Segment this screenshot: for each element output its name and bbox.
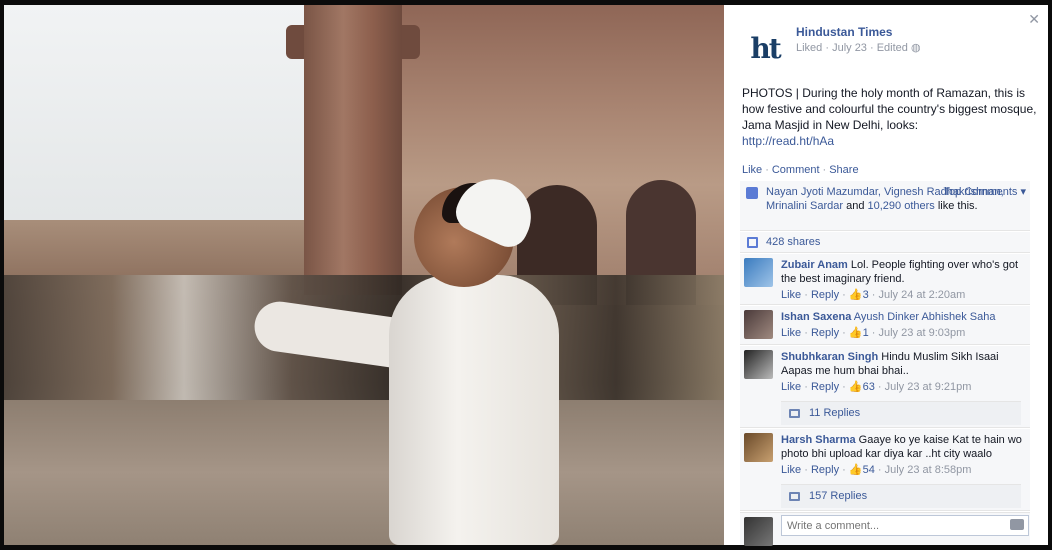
like-thumb-icon: 👍	[848, 289, 863, 301]
comment-body: Shubhkaran Singh Hindu Muslim Sikh Isaai…	[781, 350, 1025, 394]
comment: Ishan Saxena Ayush Dinker Abhishek Saha …	[740, 306, 1030, 345]
photo-viewer: ✕ ht Hindustan Times Liked · July 23 · E…	[0, 0, 1052, 550]
camera-icon[interactable]	[1010, 519, 1024, 530]
share-icon	[747, 237, 758, 248]
comment-tagged-users[interactable]: Ayush Dinker Abhishek Saha	[851, 311, 996, 323]
post-meta-text: Liked · July 23 · Edited	[796, 42, 908, 54]
post-meta: Liked · July 23 · Edited ◍	[796, 41, 921, 54]
photo-child-kurta	[389, 275, 559, 545]
photo-sky	[4, 5, 314, 220]
page-logo[interactable]: ht	[742, 25, 788, 71]
avatar	[744, 517, 773, 546]
shares-count[interactable]: 428 shares	[766, 236, 820, 248]
comment-body: Zubair Anam Lol. People fighting over wh…	[781, 258, 1025, 302]
post-photo[interactable]	[4, 5, 724, 545]
comment-footer: Like · Reply · 👍3 · July 24 at 2:20am	[781, 289, 966, 301]
separator: ·	[822, 164, 827, 176]
post-actions: Like · Comment · Share	[742, 164, 859, 176]
comment-timestamp[interactable]: July 23 at 9:03pm	[878, 327, 965, 339]
likes-and: and	[843, 200, 868, 212]
share-button[interactable]: Share	[829, 164, 858, 176]
comment-author[interactable]: Ishan Saxena	[781, 311, 851, 323]
replies-count[interactable]: 157 Replies	[809, 490, 867, 502]
comment-reply-button[interactable]: Reply	[811, 289, 839, 301]
top-comments-dropdown[interactable]: Top Comments ▾	[943, 185, 1026, 199]
comment-reply-button[interactable]: Reply	[811, 381, 839, 393]
comment-like-button[interactable]: Like	[781, 289, 801, 301]
comment-button[interactable]: Comment	[772, 164, 820, 176]
page-logo-text: ht	[750, 31, 781, 65]
comment-input[interactable]	[781, 515, 1029, 536]
post-side-panel: ✕ ht Hindustan Times Liked · July 23 · E…	[724, 5, 1048, 546]
comment-body: Harsh Sharma Gaaye ko ye kaise Kat te ha…	[781, 433, 1025, 477]
comment-like-count[interactable]: 👍63	[849, 381, 875, 393]
comment-author[interactable]: Shubhkaran Singh	[781, 351, 878, 363]
comment-reply-button[interactable]: Reply	[811, 464, 839, 476]
comment-footer: Like · Reply · 👍54 · July 23 at 8:58pm	[781, 464, 972, 476]
separator: ·	[765, 164, 769, 176]
avatar[interactable]	[744, 310, 773, 339]
write-comment-row	[740, 512, 1030, 546]
reply-icon	[789, 409, 800, 418]
like-thumb-icon: 👍	[848, 464, 863, 476]
comment-footer: Like · Reply · 👍63 · July 23 at 9:21pm	[781, 381, 972, 393]
comment-likes-number: 3	[862, 289, 869, 301]
comment-like-count[interactable]: 👍54	[849, 464, 875, 476]
likes-others-link[interactable]: 10,290 others	[868, 200, 935, 212]
avatar[interactable]	[744, 350, 773, 379]
post-message-text: PHOTOS | During the holy month of Ramaza…	[742, 86, 1037, 132]
photo-minaret	[304, 5, 402, 295]
like-button[interactable]: Like	[742, 164, 762, 176]
globe-icon: ◍	[910, 42, 921, 54]
replies-count[interactable]: 11 Replies	[809, 407, 860, 419]
comment-author[interactable]: Zubair Anam	[781, 259, 848, 271]
comment-like-button[interactable]: Like	[781, 464, 801, 476]
post-link[interactable]: http://read.ht/hAa	[742, 133, 1042, 149]
like-thumb-icon	[746, 187, 758, 199]
comment-reply-button[interactable]: Reply	[811, 327, 839, 339]
comment-timestamp[interactable]: July 23 at 9:21pm	[885, 381, 972, 393]
view-replies-link[interactable]: 11 Replies	[781, 401, 1021, 425]
comment: Harsh Sharma Gaaye ko ye kaise Kat te ha…	[740, 429, 1030, 511]
avatar[interactable]	[744, 258, 773, 287]
comment: Shubhkaran Singh Hindu Muslim Sikh Isaai…	[740, 346, 1030, 428]
comment-body: Ishan Saxena Ayush Dinker Abhishek Saha …	[781, 310, 1025, 340]
comment: Zubair Anam Lol. People fighting over wh…	[740, 254, 1030, 305]
comment-timestamp[interactable]: July 24 at 2:20am	[878, 289, 965, 301]
likes-suffix: like this.	[934, 200, 978, 212]
comment-timestamp[interactable]: July 23 at 8:58pm	[885, 464, 972, 476]
likes-summary: Top Comments ▾ Nayan Jyoti Mazumdar, Vig…	[740, 181, 1030, 231]
close-icon[interactable]: ✕	[1028, 11, 1040, 28]
photo-courtyard	[4, 400, 724, 545]
post-message: PHOTOS | During the holy month of Ramaza…	[742, 85, 1042, 149]
reply-icon	[789, 492, 800, 501]
comment-like-count[interactable]: 👍1	[849, 327, 869, 339]
avatar[interactable]	[744, 433, 773, 462]
comment-likes-number: 63	[862, 381, 875, 393]
comment-like-button[interactable]: Like	[781, 381, 801, 393]
view-replies-link[interactable]: 157 Replies	[781, 484, 1021, 508]
like-thumb-icon: 👍	[848, 327, 863, 339]
comment-like-button[interactable]: Like	[781, 327, 801, 339]
page-name-link[interactable]: Hindustan Times	[796, 25, 892, 39]
comment-likes-number: 1	[862, 327, 869, 339]
comment-like-count[interactable]: 👍3	[849, 289, 869, 301]
comment-likes-number: 54	[862, 464, 875, 476]
shares-row[interactable]: 428 shares	[740, 232, 1030, 253]
like-thumb-icon: 👍	[848, 381, 863, 393]
comment-author[interactable]: Harsh Sharma	[781, 434, 856, 446]
comment-footer: Like · Reply · 👍1 · July 23 at 9:03pm	[781, 327, 966, 339]
